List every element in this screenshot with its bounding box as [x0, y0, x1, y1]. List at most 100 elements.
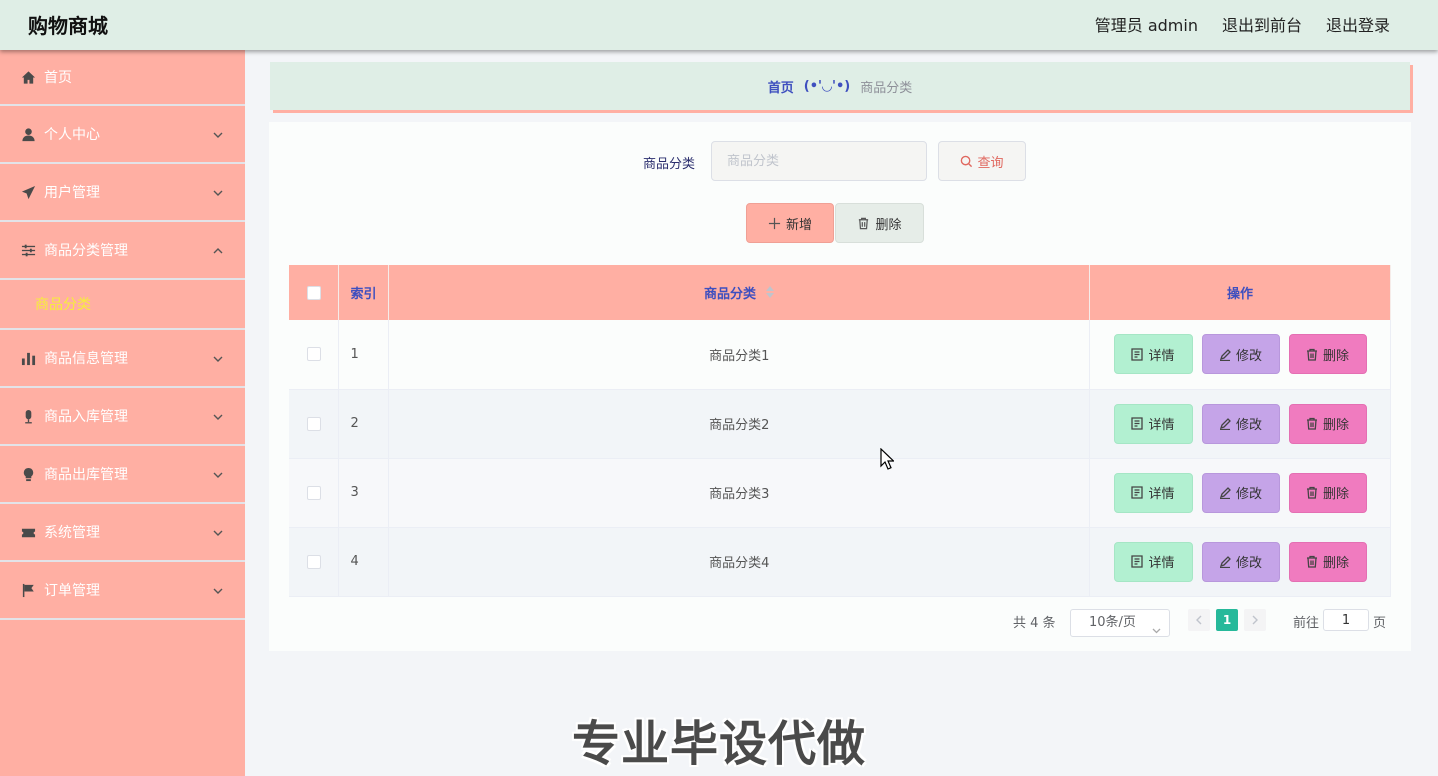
- header-select-all[interactable]: [289, 265, 340, 320]
- row-checkbox-cell: [289, 527, 340, 597]
- sidebar-item-product-info[interactable]: 商品信息管理: [0, 330, 245, 388]
- logout-link[interactable]: 退出登录: [1326, 12, 1390, 36]
- breadcrumb-separator: (•'◡'•): [803, 78, 851, 94]
- edit-button[interactable]: 修改: [1201, 472, 1280, 513]
- sidebar-item-label: 首页: [44, 70, 72, 86]
- query-button[interactable]: 查询: [938, 141, 1026, 181]
- exit-to-front-link[interactable]: 退出到前台: [1222, 12, 1302, 36]
- sliders-icon: [20, 242, 36, 258]
- trash-icon: [1306, 486, 1317, 499]
- row-checkbox[interactable]: [306, 416, 321, 431]
- table-row: 2 商品分类2 详情 修改 删除: [289, 389, 1391, 459]
- sidebar-subitem-label: 商品分类: [35, 297, 91, 313]
- add-button[interactable]: 新增: [746, 203, 834, 243]
- table-row: 4 商品分类4 详情 修改 删除: [289, 527, 1391, 597]
- edit-icon: [1219, 348, 1231, 361]
- sidebar-item-label: 个人中心: [44, 127, 100, 143]
- detail-button[interactable]: 详情: [1113, 541, 1193, 582]
- edit-button[interactable]: 修改: [1201, 334, 1280, 375]
- microphone-icon: [20, 408, 36, 424]
- table-row: 1 商品分类1 详情 修改 删除: [289, 320, 1391, 390]
- lightbulb-icon: [20, 466, 36, 482]
- row-checkbox[interactable]: [306, 554, 321, 569]
- header-nav: 管理员 admin 退出到前台 退出登录: [1095, 12, 1390, 36]
- row-checkbox[interactable]: [306, 485, 321, 500]
- delete-button[interactable]: 删除: [1288, 403, 1367, 444]
- edit-button[interactable]: 修改: [1201, 403, 1280, 444]
- page-size-select[interactable]: 10条/页: [1070, 609, 1170, 637]
- sidebar-item-label: 商品分类管理: [44, 243, 128, 259]
- delete-button-label: 删除: [1322, 418, 1349, 433]
- goto-page-input[interactable]: [1323, 609, 1369, 631]
- page-number-current[interactable]: 1: [1216, 609, 1238, 631]
- column-header-actions: 操作: [1089, 265, 1391, 320]
- delete-button-label: 删除: [1322, 348, 1349, 364]
- sidebar-item-label: 商品入库管理: [44, 409, 128, 425]
- sidebar-item-stock-out[interactable]: 商品出库管理: [0, 446, 245, 504]
- row-category-name: 商品分类3: [388, 458, 1090, 528]
- chevron-right-icon: [1252, 615, 1258, 625]
- category-search-input[interactable]: [711, 141, 927, 181]
- ticket-icon: [20, 524, 36, 540]
- sidebar-item-user-management[interactable]: 用户管理: [0, 164, 245, 222]
- plus-icon: [768, 217, 781, 229]
- user-icon: [20, 126, 36, 142]
- page-size-value: 10条/页: [1089, 615, 1136, 630]
- edit-icon: [1219, 487, 1231, 499]
- breadcrumb-current: 商品分类: [860, 80, 913, 96]
- batch-delete-button[interactable]: 删除: [835, 203, 924, 243]
- sidebar-item-system-management[interactable]: 系统管理: [0, 504, 245, 562]
- pagination-total: 共 4 条: [1013, 616, 1056, 631]
- document-icon: [1131, 486, 1144, 499]
- select-all-checkbox[interactable]: [306, 285, 321, 300]
- row-index: 2: [338, 389, 390, 459]
- sidebar-item-home[interactable]: 首页: [0, 50, 245, 106]
- brand-title: 购物商城: [28, 14, 108, 38]
- chevron-up-icon: [213, 244, 223, 254]
- breadcrumb-home[interactable]: 首页: [768, 77, 794, 96]
- detail-button[interactable]: 详情: [1113, 403, 1193, 444]
- bar-chart-icon: [20, 350, 36, 366]
- chevron-down-icon: [213, 584, 223, 594]
- row-category-name: 商品分类2: [388, 389, 1090, 459]
- trash-icon: [1306, 555, 1317, 568]
- prev-page-button[interactable]: [1188, 609, 1210, 631]
- sidebar-item-category-management[interactable]: 商品分类管理: [0, 222, 245, 280]
- row-actions: 详情 修改 删除: [1089, 389, 1391, 459]
- row-checkbox[interactable]: [306, 347, 321, 362]
- breadcrumb: 首页 (•'◡'•) 商品分类: [270, 62, 1410, 110]
- sort-icon[interactable]: [766, 286, 775, 302]
- sidebar-subitem-category[interactable]: 商品分类: [0, 280, 245, 330]
- column-header-category[interactable]: 商品分类: [388, 265, 1090, 320]
- delete-button[interactable]: 删除: [1288, 541, 1367, 582]
- edit-button[interactable]: 修改: [1201, 541, 1280, 582]
- goto-suffix: 页: [1373, 616, 1387, 631]
- chevron-down-icon: [1152, 619, 1161, 634]
- delete-button[interactable]: 删除: [1288, 472, 1367, 513]
- row-actions: 详情 修改 删除: [1089, 458, 1391, 528]
- sidebar-item-label: 用户管理: [44, 185, 100, 201]
- sidebar-item-personal-center[interactable]: 个人中心: [0, 106, 245, 164]
- add-button-label: 新增: [785, 217, 812, 233]
- edit-icon: [1219, 556, 1231, 568]
- sidebar-item-label: 订单管理: [44, 583, 100, 599]
- edit-button-label: 修改: [1235, 348, 1262, 364]
- goto-label: 前往: [1293, 616, 1320, 631]
- sidebar-item-order-management[interactable]: 订单管理: [0, 562, 245, 620]
- table-row: 3 商品分类3 详情 修改 删除: [289, 458, 1391, 528]
- flag-icon: [20, 582, 36, 598]
- next-page-button[interactable]: [1244, 609, 1266, 631]
- edit-button-label: 修改: [1235, 487, 1262, 502]
- query-button-label: 查询: [977, 155, 1004, 171]
- sidebar-item-stock-in[interactable]: 商品入库管理: [0, 388, 245, 446]
- detail-button[interactable]: 详情: [1113, 334, 1193, 375]
- sidebar-item-label: 系统管理: [44, 525, 100, 541]
- edit-icon: [1219, 418, 1231, 430]
- detail-button[interactable]: 详情: [1113, 472, 1193, 513]
- trash-icon: [1306, 348, 1317, 361]
- sidebar: 首页 个人中心 用户管理 商品分类管理 商品分类 商品信息管理 商品入库管理 商…: [0, 50, 245, 776]
- delete-button[interactable]: 删除: [1288, 334, 1367, 375]
- chevron-down-icon: [213, 352, 223, 362]
- row-category-name: 商品分类1: [388, 320, 1090, 390]
- admin-user-link[interactable]: 管理员 admin: [1095, 12, 1198, 36]
